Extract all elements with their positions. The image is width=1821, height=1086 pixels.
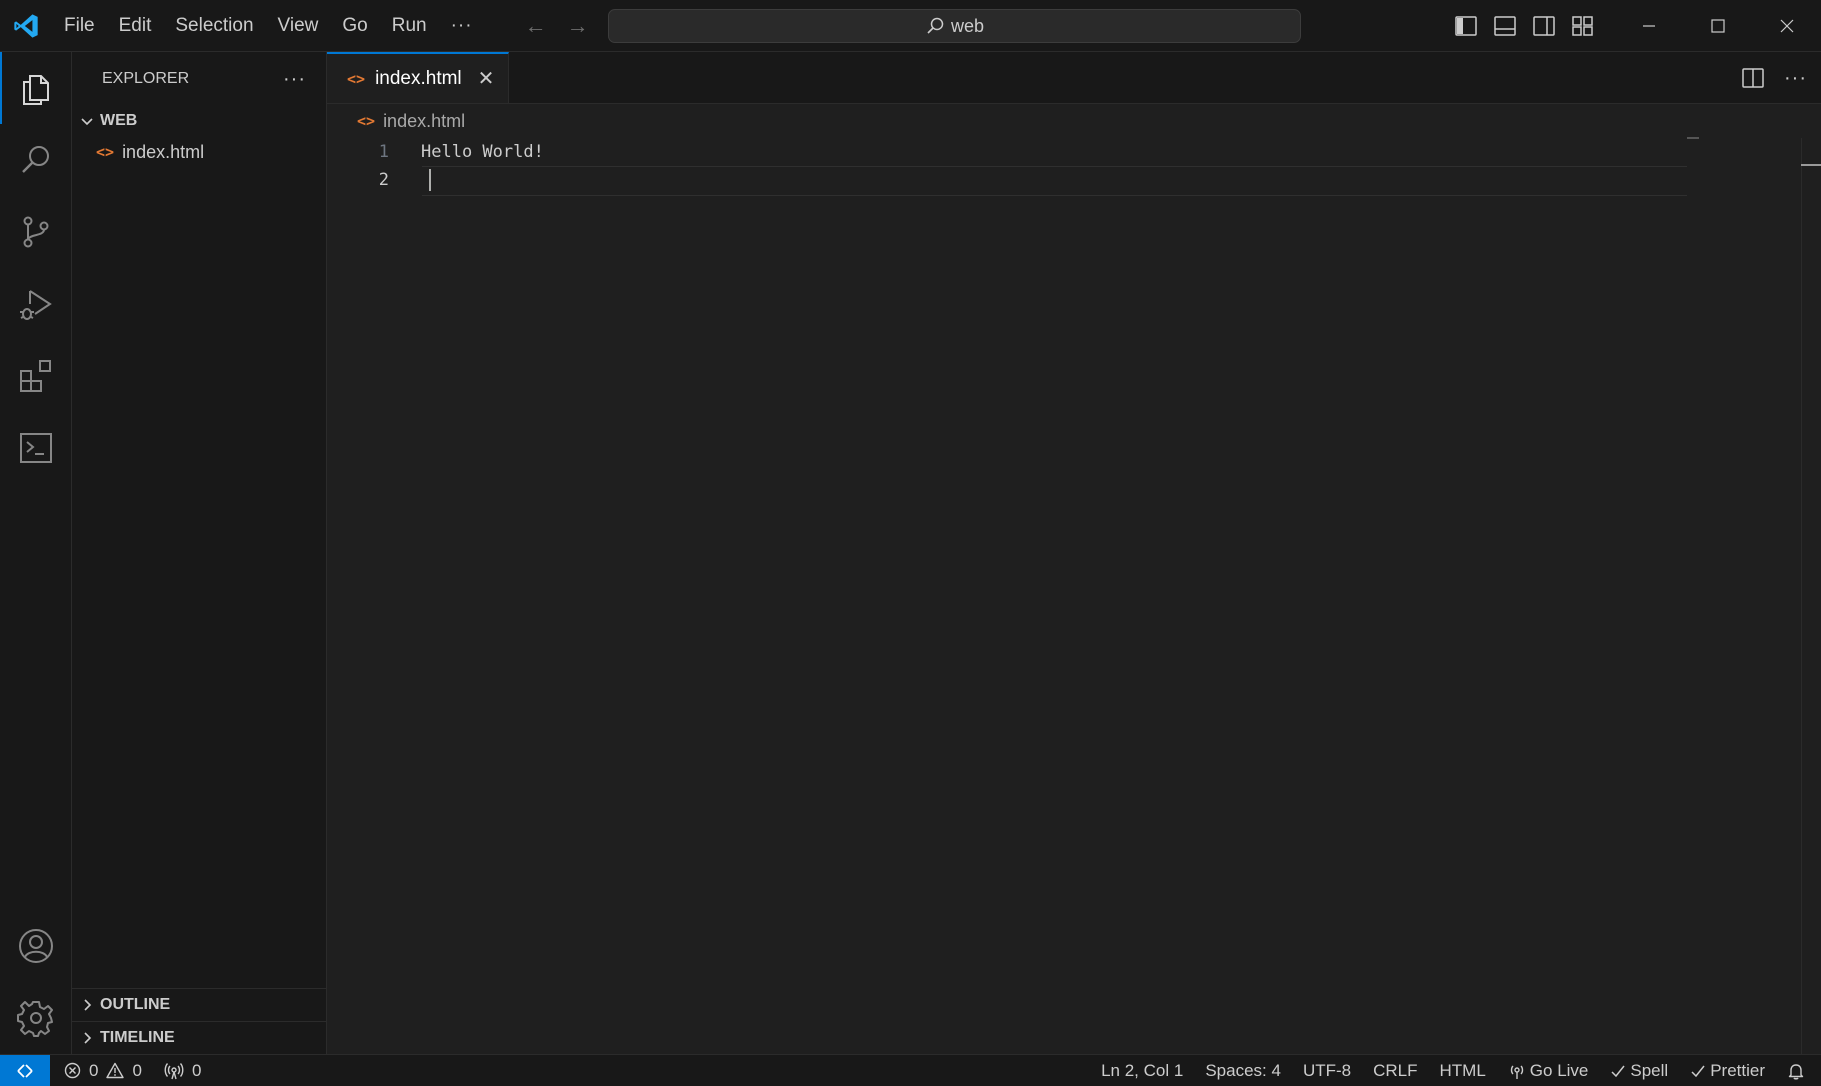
toggle-secondary-sidebar-icon[interactable] <box>1524 0 1563 52</box>
run-and-debug-icon[interactable] <box>0 268 72 340</box>
outline-label: OUTLINE <box>100 996 171 1013</box>
chevron-right-icon <box>78 1029 96 1047</box>
cursor-position[interactable]: Ln 2, Col 1 <box>1090 1055 1194 1086</box>
ports-count: 0 <box>191 1060 202 1080</box>
split-editor-icon[interactable] <box>1742 68 1764 88</box>
toggle-primary-sidebar-icon[interactable] <box>1446 0 1485 52</box>
scrollbar-position-marker <box>1801 164 1821 166</box>
search-icon <box>925 16 945 36</box>
tab-bar: <> index.html ✕ ··· <box>327 52 1821 104</box>
breadcrumb: <> index.html <box>327 104 1821 138</box>
timeline-section[interactable]: TIMELINE <box>72 1021 327 1054</box>
remote-indicator-icon[interactable] <box>0 1054 50 1086</box>
menu-file[interactable]: File <box>52 0 107 52</box>
check-icon <box>1690 1063 1706 1079</box>
extensions-icon[interactable] <box>0 340 72 412</box>
code-editor[interactable]: 1 Hello World! 2 <box>327 138 1821 196</box>
maximize-icon[interactable] <box>1683 0 1752 52</box>
prettier-label: Prettier <box>1710 1061 1765 1080</box>
status-right-items: Ln 2, Col 1 Spaces: 4 UTF-8 CRLF HTML Go… <box>1090 1055 1821 1086</box>
menu-more-button[interactable]: ··· <box>439 15 485 37</box>
error-icon <box>64 1062 81 1079</box>
terminal-icon[interactable] <box>0 412 72 484</box>
go-live-label: Go Live <box>1529 1061 1589 1080</box>
notifications-bell-icon[interactable] <box>1776 1055 1821 1086</box>
explorer-title: EXPLORER <box>102 70 190 87</box>
explorer-sidebar: EXPLORER ··· WEB <> index.html OUTLINE T… <box>72 52 327 1054</box>
back-arrow-icon[interactable]: ← <box>525 13 547 39</box>
file-label: index.html <box>122 141 205 162</box>
line-text: Hello World! <box>421 142 544 162</box>
file-tree-item-index-html[interactable]: <> index.html <box>72 136 326 168</box>
navigation-arrows: ← → <box>525 13 589 39</box>
code-line: 1 Hello World! <box>327 138 1821 166</box>
editor-actions: ··· <box>1742 52 1807 104</box>
tab-label: index.html <box>375 67 462 89</box>
explorer-more-actions-button[interactable]: ··· <box>283 68 306 91</box>
status-bar: 0 0 0 Ln 2, Col 1 Spaces: 4 UTF-8 CRLF H… <box>0 1054 1821 1086</box>
sidebar-bottom-sections: OUTLINE TIMELINE <box>72 988 327 1054</box>
status-problems[interactable]: 0 0 0 <box>50 1061 201 1081</box>
menu-go[interactable]: Go <box>330 0 379 52</box>
chevron-down-icon <box>78 112 96 130</box>
line-number: 1 <box>378 142 389 162</box>
breadcrumb-file[interactable]: index.html <box>383 111 465 132</box>
toggle-panel-icon[interactable] <box>1485 0 1524 52</box>
text-cursor <box>429 169 431 191</box>
go-live-button[interactable]: Go Live <box>1497 1055 1600 1086</box>
vertical-scrollbar[interactable] <box>1801 138 1821 1054</box>
search-view-icon[interactable] <box>0 124 72 196</box>
editor-area: <> index.html ✕ ··· <> index.html 1 Hell… <box>327 52 1821 1054</box>
menu-bar: File Edit Selection View Go Run ··· <box>52 0 485 52</box>
minimize-icon[interactable] <box>1614 0 1683 52</box>
language-mode[interactable]: HTML <box>1429 1055 1497 1086</box>
activity-bar <box>0 52 72 1054</box>
indentation[interactable]: Spaces: 4 <box>1194 1055 1292 1086</box>
warning-count: 0 <box>132 1060 142 1080</box>
timeline-label: TIMELINE <box>100 1029 175 1046</box>
line-number: 2 <box>378 170 389 190</box>
html-file-icon: <> <box>357 112 376 130</box>
command-center-search[interactable]: web <box>608 9 1301 43</box>
chevron-right-icon <box>78 996 96 1014</box>
spell-label: Spell <box>1630 1061 1669 1080</box>
html-file-icon: <> <box>347 69 366 88</box>
source-control-icon[interactable] <box>0 196 72 268</box>
title-bar-controls <box>1446 0 1821 52</box>
explorer-header: EXPLORER ··· <box>72 52 326 106</box>
explorer-icon[interactable] <box>0 52 72 124</box>
html-file-icon: <> <box>96 143 115 161</box>
spell-button[interactable]: Spell <box>1599 1055 1679 1086</box>
folder-label: WEB <box>100 112 138 129</box>
code-line-current: 2 <box>327 166 1821 196</box>
title-bar: File Edit Selection View Go Run ··· ← → … <box>0 0 1821 52</box>
encoding[interactable]: UTF-8 <box>1292 1055 1362 1086</box>
menu-selection[interactable]: Selection <box>163 0 265 52</box>
settings-gear-icon[interactable] <box>0 982 72 1054</box>
tab-index-html[interactable]: <> index.html ✕ <box>327 52 509 103</box>
more-actions-icon[interactable]: ··· <box>1784 67 1807 90</box>
forward-arrow-icon[interactable]: → <box>567 13 589 39</box>
end-of-line[interactable]: CRLF <box>1362 1055 1428 1086</box>
broadcast-icon <box>1508 1062 1526 1080</box>
ports-icon <box>164 1062 184 1080</box>
minimap-line-marker <box>1687 137 1699 139</box>
outline-section[interactable]: OUTLINE <box>72 988 327 1021</box>
prettier-button[interactable]: Prettier <box>1679 1055 1776 1086</box>
error-count: 0 <box>89 1060 99 1080</box>
activity-bar-bottom <box>0 910 72 1054</box>
menu-view[interactable]: View <box>266 0 331 52</box>
search-text: web <box>950 15 985 36</box>
warning-icon <box>106 1062 125 1079</box>
menu-edit[interactable]: Edit <box>107 0 164 52</box>
check-icon <box>1610 1063 1626 1079</box>
customize-layout-icon[interactable] <box>1563 0 1602 52</box>
accounts-icon[interactable] <box>0 910 72 982</box>
close-tab-icon[interactable]: ✕ <box>478 66 495 91</box>
vscode-logo-icon <box>0 0 52 52</box>
folder-web[interactable]: WEB <box>72 106 326 136</box>
close-window-icon[interactable] <box>1752 0 1821 52</box>
menu-run[interactable]: Run <box>380 0 439 52</box>
